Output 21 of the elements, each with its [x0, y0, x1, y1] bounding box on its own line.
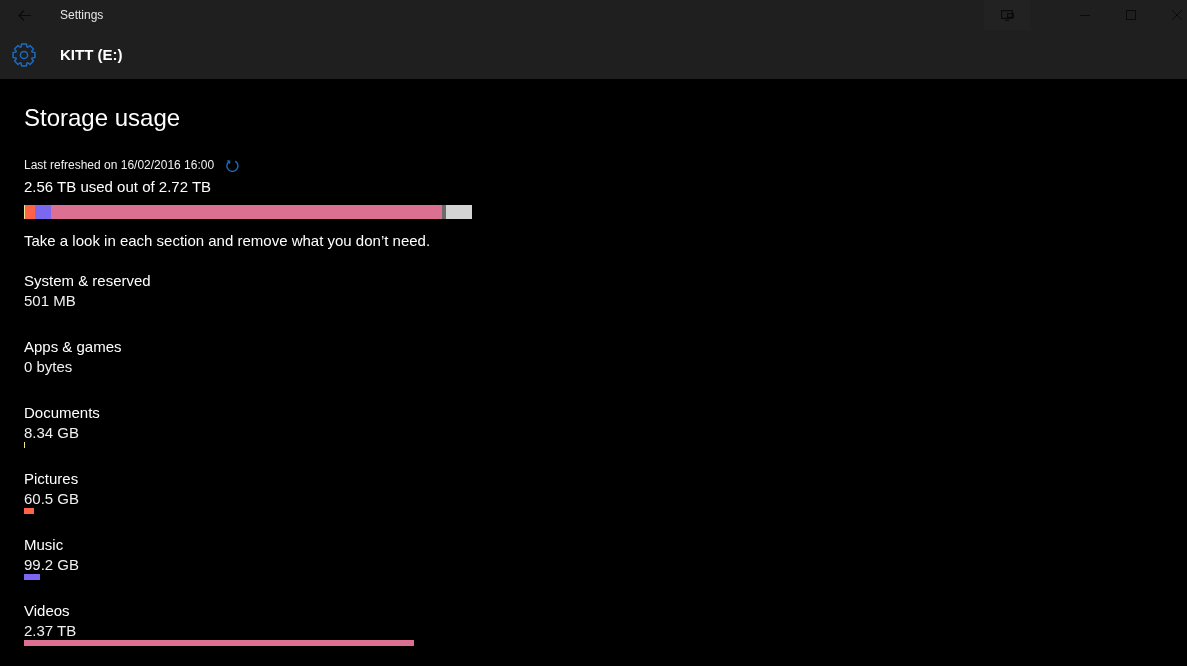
category-name[interactable]: Apps & games	[24, 337, 122, 357]
screen-icon	[1000, 9, 1014, 21]
category-size: 0 bytes	[24, 357, 73, 376]
category-name[interactable]: Videos	[24, 601, 70, 621]
category-size: 501 MB	[24, 291, 76, 310]
category-size: 99.2 GB	[24, 555, 80, 574]
window-title: Settings	[60, 7, 104, 23]
category-name[interactable]: Documents	[24, 403, 100, 423]
category-name[interactable]: System & reserved	[24, 271, 151, 291]
category-size: 8.34 GB	[24, 423, 80, 442]
refresh-icon[interactable]	[226, 158, 240, 172]
settings-icon	[12, 42, 36, 67]
section-heading: Storage usage	[24, 104, 181, 132]
category-name[interactable]: Pictures	[24, 469, 79, 489]
category-size: 2.37 TB	[24, 621, 77, 640]
hint-text: Take a look in each section and remove what you don’t need.	[24, 231, 431, 251]
page-title: KITT (E:)	[60, 44, 123, 65]
category-name[interactable]: Music	[24, 535, 64, 555]
used-summary-text: 2.56 TB used out of 2.72 TB	[24, 177, 212, 197]
category-size: 60.5 GB	[24, 489, 80, 508]
last-refreshed-text: Last refreshed on 16/02/2016 16:00	[24, 157, 215, 173]
